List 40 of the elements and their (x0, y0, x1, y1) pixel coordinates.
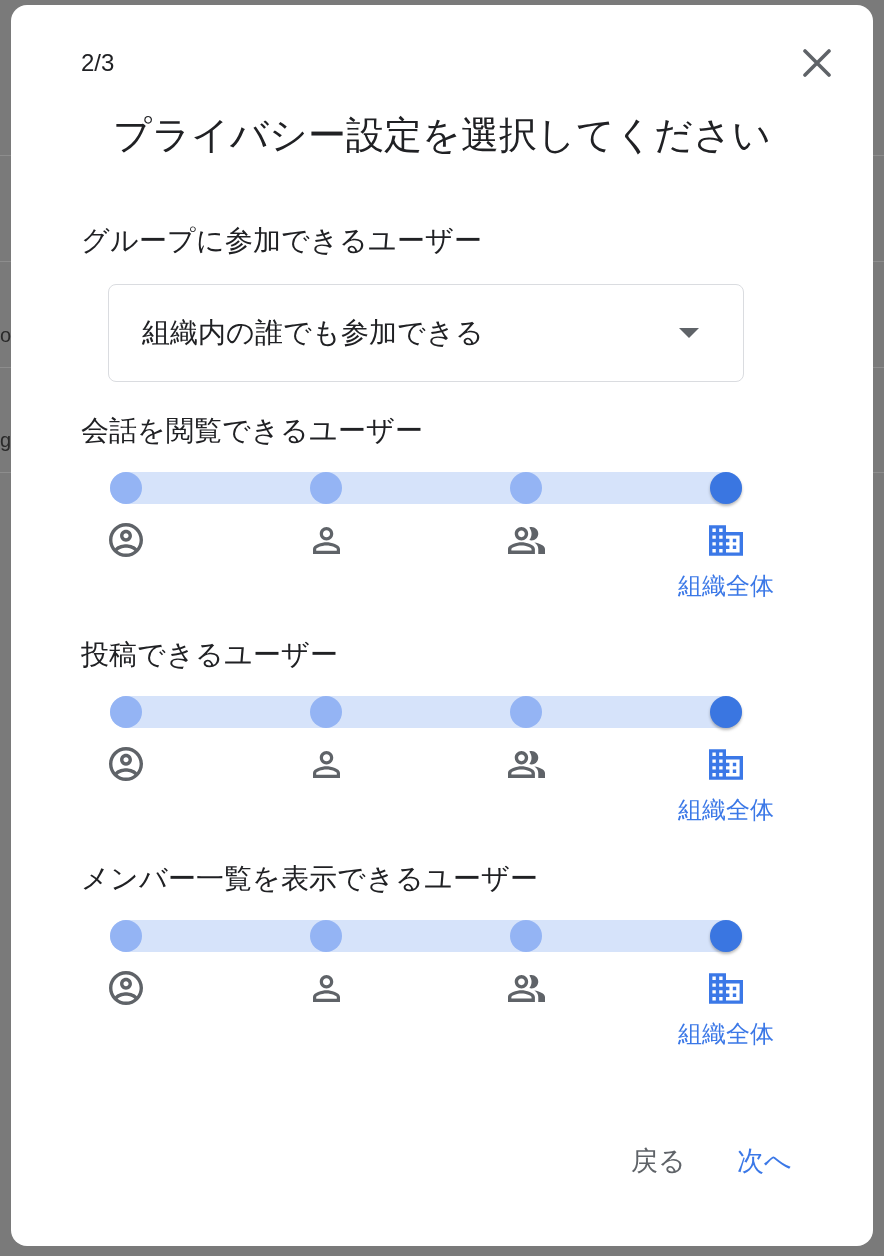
slider-stop[interactable] (310, 696, 342, 728)
slider-stop[interactable] (110, 472, 142, 504)
step-counter: 2/3 (81, 48, 115, 78)
background-text: o (0, 323, 12, 347)
section-label: メンバー一覧を表示できるユーザー (81, 862, 539, 896)
people-icon (507, 526, 545, 554)
slider-stop[interactable] (310, 472, 342, 504)
slider-track[interactable] (110, 696, 742, 728)
building-icon (709, 972, 743, 1004)
slider-stop[interactable] (710, 920, 742, 952)
slider-stop[interactable] (710, 472, 742, 504)
slider-stop[interactable] (110, 920, 142, 952)
slider-stop[interactable] (710, 696, 742, 728)
slider-stop[interactable] (510, 920, 542, 952)
slider-track[interactable] (110, 472, 742, 504)
building-icon (709, 748, 743, 780)
dropdown[interactable]: 組織内の誰でも参加できる (108, 284, 744, 382)
slider-track[interactable] (110, 920, 742, 952)
slider-stop[interactable] (110, 696, 142, 728)
slider-stop[interactable] (510, 696, 542, 728)
back-button[interactable]: 戻る (615, 1137, 702, 1185)
option-label: 組織全体 (678, 1019, 774, 1049)
option-label: 組織全体 (678, 795, 774, 825)
building-icon (709, 524, 743, 556)
section-label: 会話を閲覧できるユーザー (81, 414, 424, 448)
section-label: 投稿できるユーザー (81, 638, 339, 672)
person-icon (312, 974, 340, 1002)
section-label: グループに参加できるユーザー (81, 224, 483, 258)
slider-stop[interactable] (310, 920, 342, 952)
people-icon (507, 974, 545, 1002)
option-label: 組織全体 (678, 571, 774, 601)
next-button[interactable]: 次へ (721, 1137, 808, 1185)
person-icon (312, 750, 340, 778)
person-icon (312, 526, 340, 554)
people-icon (507, 750, 545, 778)
caret-icon (679, 328, 699, 338)
slider-stop[interactable] (510, 472, 542, 504)
dialog-title: プライバシー設定を選択してください (112, 113, 772, 157)
background-text: g (0, 428, 12, 452)
close-icon (803, 49, 831, 77)
